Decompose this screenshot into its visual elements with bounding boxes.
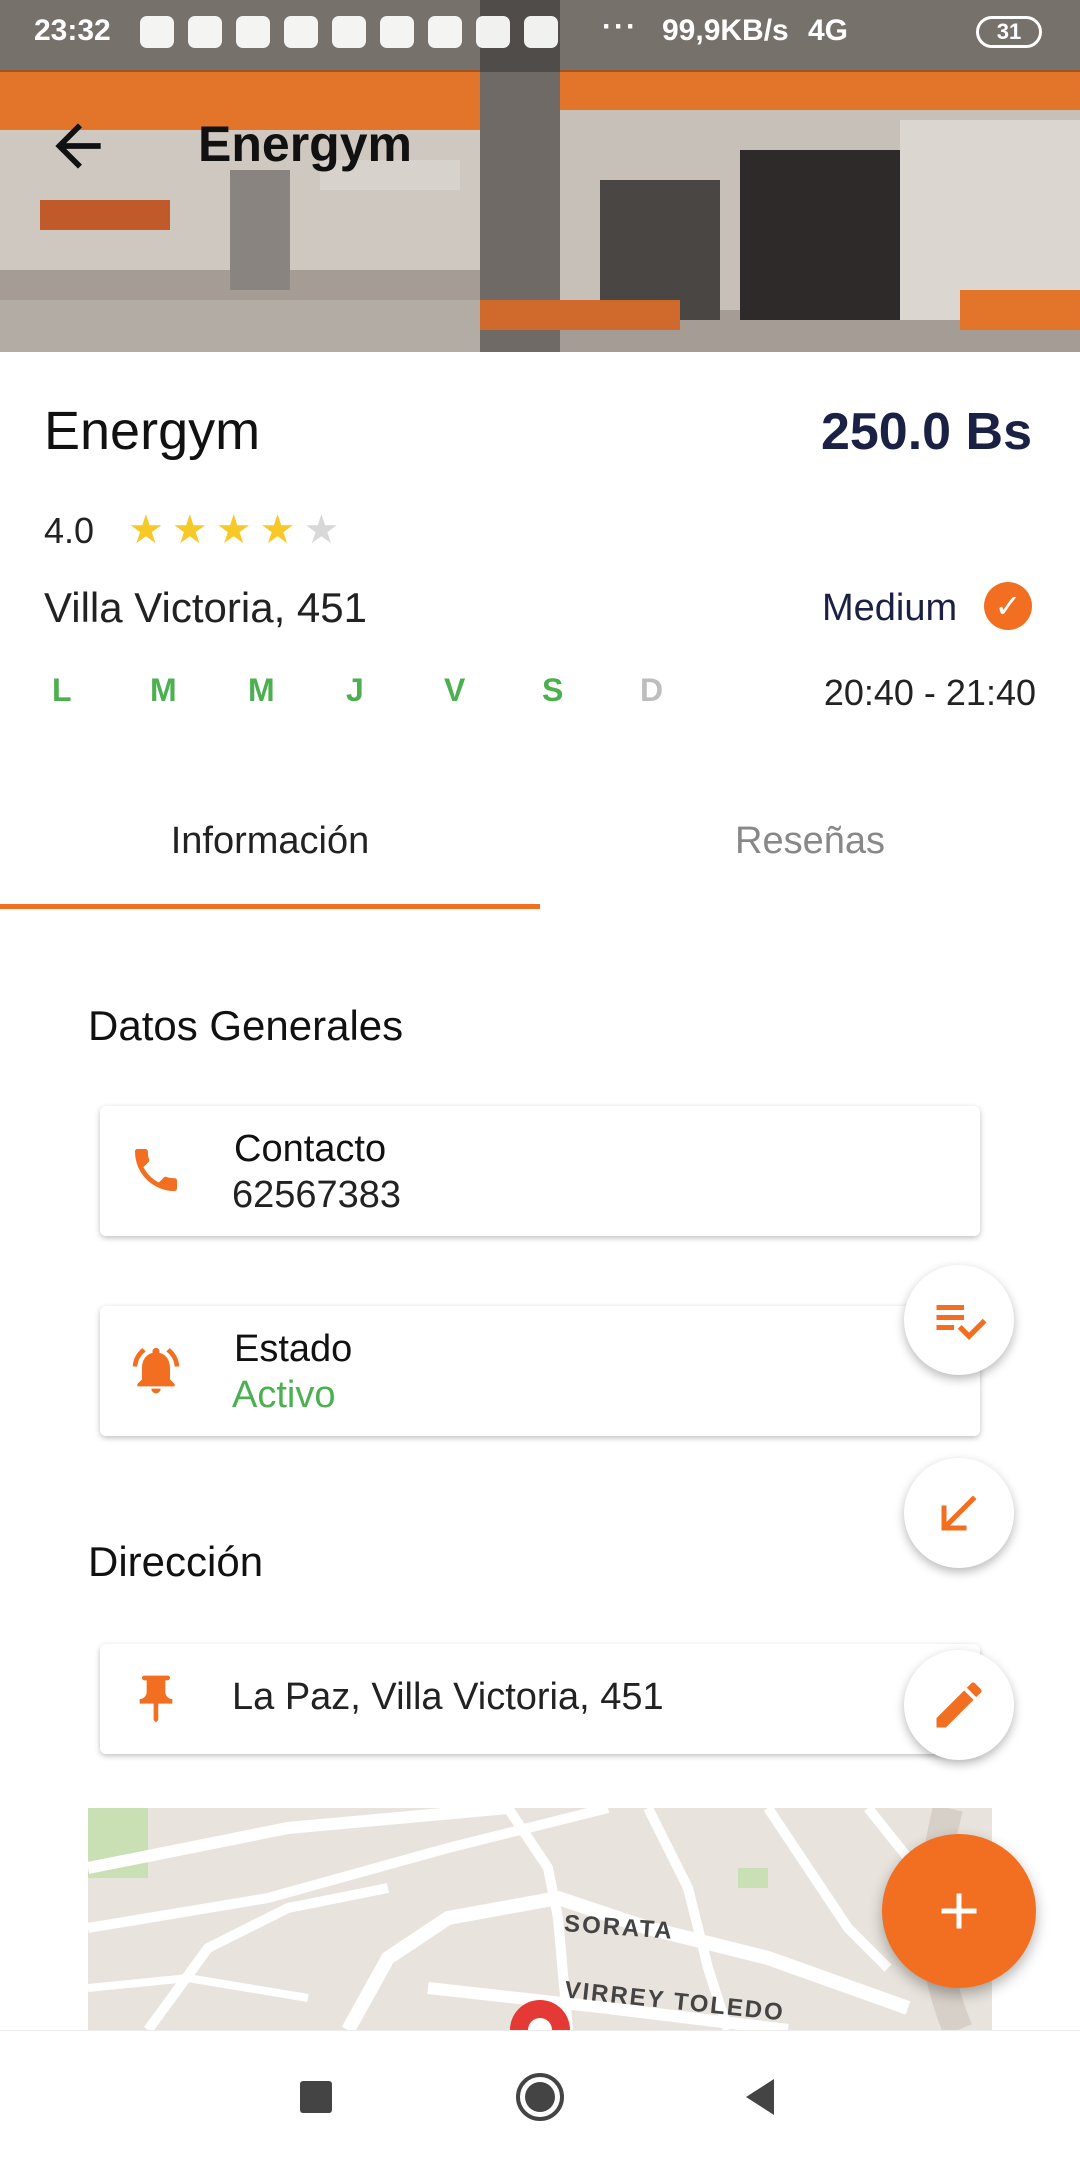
address-value: La Paz, Villa Victoria, 451 [232, 1676, 664, 1718]
back-nav-button[interactable] [730, 2067, 790, 2127]
network-speed: 99,9KB/s [662, 14, 789, 47]
playlist-check-icon [936, 1305, 987, 1340]
circle-icon [516, 2073, 564, 2121]
pushpin-icon [139, 1675, 173, 1723]
star-icon: ★ [215, 508, 252, 552]
notification-icons [140, 16, 558, 48]
plus-icon [941, 1893, 977, 1929]
contact-label: Contacto [234, 1128, 387, 1170]
day-sunday: D [640, 672, 664, 708]
star-icon: ★ [259, 508, 296, 552]
pencil-icon [936, 1682, 982, 1728]
rating-value: 4.0 [44, 510, 95, 551]
star-empty-icon: ★ [303, 508, 340, 552]
weekdays: L M M J V S D [52, 672, 738, 709]
phone-icon [135, 1149, 177, 1191]
pinterest-icon [284, 16, 318, 48]
triangle-back-icon [746, 2079, 774, 2115]
rating-stars: ★ ★ ★ ★ ★ [128, 508, 339, 552]
status-card: Estado Activo [100, 1306, 980, 1436]
day-saturday: S [542, 672, 564, 708]
address-short: Villa Victoria, 451 [44, 584, 367, 631]
section-title-general: Datos Generales [88, 1002, 404, 1049]
recents-button[interactable] [286, 2067, 346, 2127]
contact-card[interactable]: Contacto 62567383 [100, 1106, 980, 1236]
mail-icon [476, 16, 510, 48]
day-tuesday: M [150, 672, 177, 708]
youtube-icon [332, 16, 366, 48]
day-wednesday: M [248, 672, 275, 708]
battery-icon: 31 [976, 16, 1042, 48]
edit-button[interactable] [904, 1650, 1014, 1760]
check-circle-icon: ✓ [984, 582, 1032, 630]
map-streets [88, 1808, 992, 2030]
more-notifications-icon: ··· [602, 10, 638, 43]
system-navigation-bar [0, 2030, 1080, 2160]
section-title-direction: Dirección [88, 1538, 264, 1585]
facebook-icon [188, 16, 222, 48]
download-icon [140, 16, 174, 48]
tab-resenas[interactable]: Reseñas [540, 820, 1080, 863]
collapse-button[interactable] [904, 1458, 1014, 1568]
gym-name: Energym [44, 401, 261, 461]
playlist-check-button[interactable] [904, 1265, 1014, 1375]
contact-value: 62567383 [232, 1174, 402, 1216]
arrow-down-left-icon [941, 1495, 977, 1531]
add-button[interactable] [882, 1834, 1036, 1988]
tab-informacion[interactable]: Información [0, 820, 540, 863]
level-label: Medium [822, 587, 958, 629]
instagram-icon [428, 16, 462, 48]
status-label: Estado [234, 1328, 353, 1370]
status-value: Activo [232, 1374, 336, 1416]
day-monday: L [52, 672, 72, 708]
schedule-time: 20:40 - 21:40 [823, 672, 1036, 713]
header-image: 23:32 ··· 99,9KB/s 4G 31 Energym [0, 0, 1080, 352]
address-card[interactable]: La Paz, Villa Victoria, 451 [100, 1644, 980, 1754]
status-time: 23:32 [34, 14, 111, 47]
star-icon: ★ [128, 508, 164, 552]
apps-icon [380, 16, 414, 48]
star-icon: ★ [171, 508, 208, 552]
alarm-bell-icon [132, 1347, 180, 1394]
back-button[interactable] [44, 112, 112, 180]
status-bar: 23:32 ··· 99,9KB/s 4G 31 [0, 0, 1080, 66]
signal-indicator: 4G [808, 14, 849, 47]
day-thursday: J [346, 672, 364, 708]
tab-bar: Información Reseñas [0, 790, 1080, 910]
price: 250.0 Bs [820, 403, 1032, 461]
square-icon [300, 2081, 332, 2113]
arrow-left-icon [55, 123, 101, 169]
tab-indicator [0, 904, 540, 909]
home-button[interactable] [510, 2067, 570, 2127]
map-view[interactable]: SORATA VIRREY TOLEDO [88, 1808, 992, 2030]
telegram-icon [236, 16, 270, 48]
day-friday: V [444, 672, 466, 708]
app-u-icon [524, 16, 558, 48]
toolbar-title: Energym [198, 116, 412, 172]
